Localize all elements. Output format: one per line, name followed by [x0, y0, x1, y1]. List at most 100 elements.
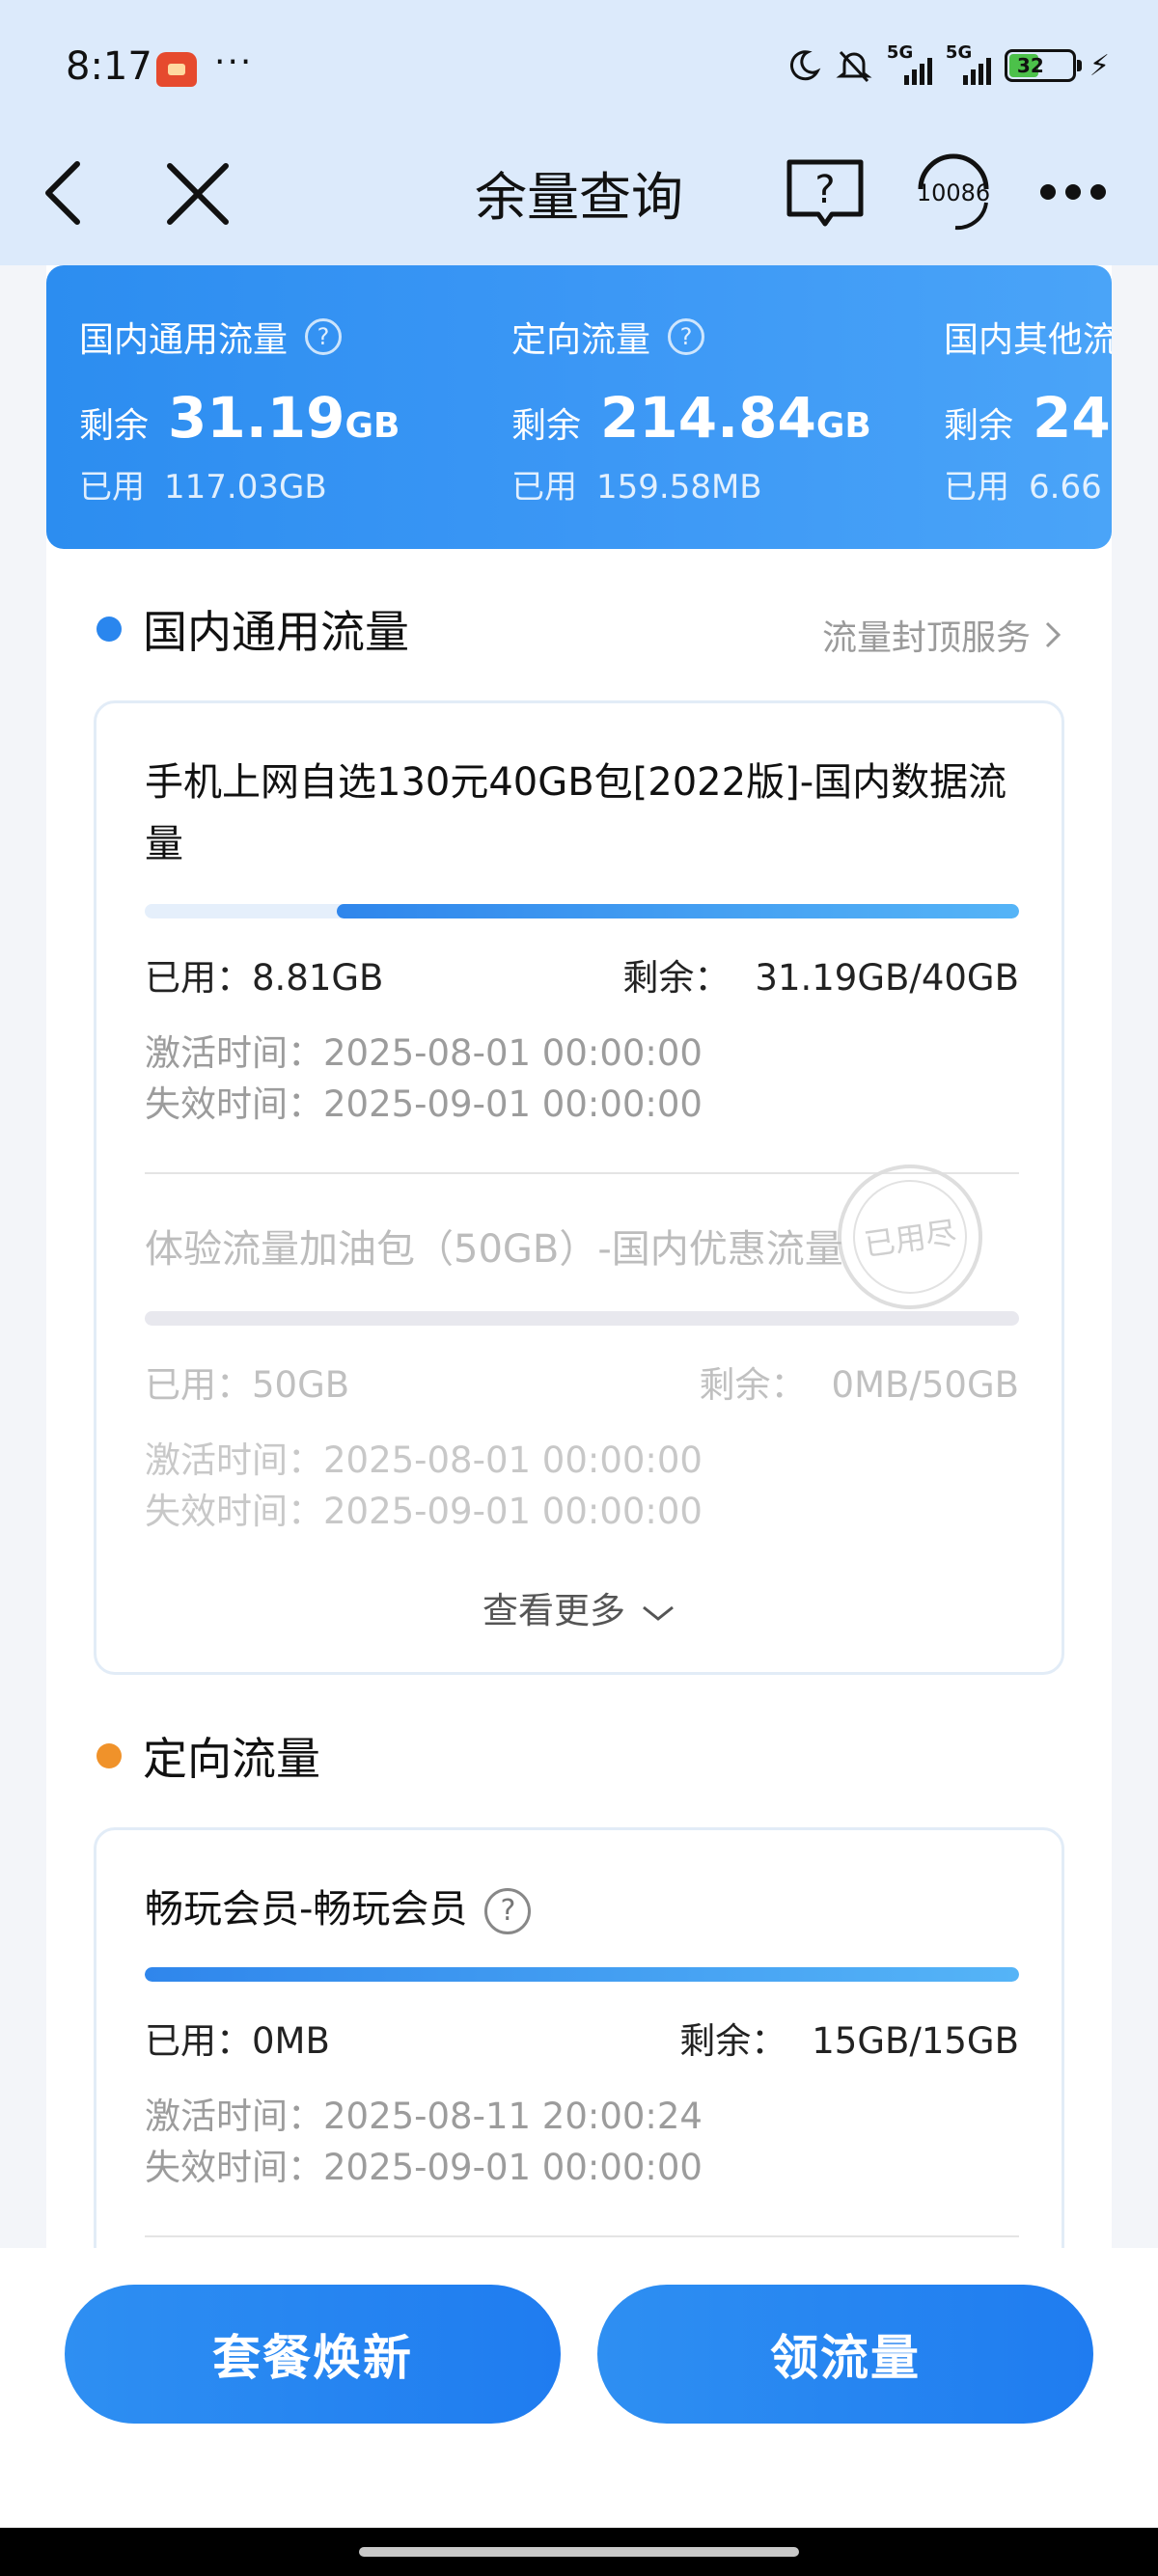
package-progress-bar [145, 1967, 1019, 1982]
remain-label: 剩余： [679, 2020, 787, 2062]
question-icon[interactable]: ? [305, 318, 343, 355]
summary-directed-remain-unit: GB [815, 406, 871, 446]
activate-value: 2025-08-01 00:00:00 [323, 1439, 703, 1481]
service-number: 10086 [917, 179, 990, 206]
summary-directed[interactable]: 定向流量? 剩余 214.84 GB 已用 159.58MB [511, 312, 871, 507]
section-directed-title: 定向流量 [143, 1733, 320, 1785]
bell-off-icon [836, 50, 872, 83]
package-name: 手机上网自选130元40GB包[2022版]-国内数据流量 [145, 760, 1007, 866]
activate-label: 激活时间： [145, 1032, 323, 1074]
section-dot [96, 1743, 122, 1768]
used-label: 已用： [145, 957, 252, 999]
summary-other[interactable]: 国内其他流 剩余 24 G 已用 6.66 [944, 312, 1112, 507]
summary-general-used-label: 已用 [79, 468, 145, 507]
remain-value: 0MB/50GB [831, 1364, 1019, 1406]
activate-label: 激活时间： [145, 1439, 323, 1481]
moon-icon [789, 50, 821, 81]
progress-fill [337, 904, 1019, 918]
used-value: 50GB [252, 1364, 350, 1406]
expire-label: 失效时间： [145, 1083, 323, 1125]
expire-value: 2025-09-01 00:00:00 [323, 1491, 703, 1532]
section-general-header: 国内通用流量 流量封顶服务 [96, 600, 1062, 658]
package-name-text: 畅玩会员-畅玩会员 [145, 1887, 468, 1932]
section-directed-header: 定向流量 [96, 1727, 1062, 1785]
charging-icon: ⚡ [1089, 48, 1110, 83]
status-icons: 5G 5G 32 ⚡ [786, 42, 1110, 85]
activate-value: 2025-08-01 00:00:00 [323, 1032, 703, 1074]
chevron-right-icon [1045, 621, 1062, 648]
general-package-card: 手机上网自选130元40GB包[2022版]-国内数据流量 已用：8.81GB … [94, 700, 1064, 1675]
package-stats: 已用：8.81GB 剩余： 31.19GB/40GB [145, 948, 1019, 999]
expire-value: 2025-09-01 00:00:00 [323, 2147, 703, 2188]
package-item: 手机上网自选130元40GB包[2022版]-国内数据流量 已用：8.81GB … [145, 752, 1019, 1125]
used-value: 8.81GB [252, 957, 384, 999]
expire-label: 失效时间： [145, 1491, 323, 1532]
used-label: 已用： [145, 2020, 252, 2062]
package-progress-bar [145, 904, 1019, 918]
summary-card[interactable]: 国内通用流量? 剩余 31.19 GB 已用 117.03GB 定向流量? 剩余 … [46, 265, 1112, 549]
summary-other-used-label: 已用 [944, 468, 1009, 507]
activate-time: 激活时间：2025-08-11 20:00:24 [145, 2087, 703, 2139]
more-options-icon[interactable] [1036, 178, 1110, 206]
summary-general-used-value: 117.03GB [164, 468, 327, 507]
activate-value: 2025-08-11 20:00:24 [323, 2096, 703, 2137]
package-name: 体验流量加油包（50GB）-国内优惠流量 [145, 1227, 843, 1272]
package-stats: 已用：0MB 剩余： 15GB/15GB [145, 2012, 1019, 2062]
expire-time: 失效时间：2025-09-01 00:00:00 [145, 2138, 703, 2190]
data-cap-service-label: 流量封顶服务 [821, 618, 1031, 658]
section-general-title: 国内通用流量 [143, 606, 409, 658]
home-indicator[interactable] [359, 2547, 799, 2557]
summary-general-remain-value: 31.19 [168, 385, 345, 451]
summary-directed-remain-label: 剩余 [511, 406, 582, 446]
summary-general-name: 国内通用流量 [79, 320, 289, 360]
customer-service-icon[interactable]: 10086 [907, 147, 1000, 239]
section-dot [96, 617, 122, 642]
activate-time: 激活时间：2025-08-01 00:00:00 [145, 1024, 703, 1076]
summary-directed-remain-value: 214.84 [600, 385, 816, 451]
divider [145, 2235, 1019, 2237]
header: 余量查询 ? 10086 [0, 135, 1158, 265]
expire-time: 失效时间：2025-09-01 00:00:00 [145, 1482, 703, 1534]
package-progress-bar [145, 1311, 1019, 1326]
remain-value: 15GB/15GB [812, 2020, 1019, 2062]
signal-5g-2-icon: 5G [946, 42, 991, 85]
summary-directed-name: 定向流量 [511, 320, 651, 360]
summary-other-used-value: 6.66 [1029, 468, 1102, 507]
directed-package-card: 畅玩会员-畅玩会员? 已用：0MB 剩余： 15GB/15GB 激活时间：2025… [94, 1827, 1064, 2290]
help-book-icon[interactable]: ? [784, 156, 867, 230]
summary-other-remain-label: 剩余 [944, 406, 1014, 446]
bottom-action-bar: 套餐焕新 领流量 [0, 2248, 1158, 2528]
question-icon[interactable]: ? [668, 318, 705, 355]
summary-general[interactable]: 国内通用流量? 剩余 31.19 GB 已用 117.03GB [79, 312, 400, 507]
summary-other-name: 国内其他流 [944, 320, 1112, 360]
more-notifications-icon: ··· [214, 42, 254, 82]
summary-other-remain-value: 24 [1033, 385, 1111, 451]
get-data-button[interactable]: 领流量 [597, 2285, 1093, 2424]
package-name: 畅玩会员-畅玩会员? [145, 1878, 1019, 1940]
expire-time: 失效时间：2025-09-01 00:00:00 [145, 1075, 703, 1127]
status-time: 8:17 [66, 44, 152, 89]
remain-label: 剩余： [699, 1364, 807, 1406]
signal-5g-1-icon: 5G [887, 42, 932, 85]
summary-directed-used-label: 已用 [511, 468, 577, 507]
package-stats: 已用：50GB 剩余： 0MB/50GB [145, 1356, 1019, 1406]
svg-text:?: ? [814, 168, 835, 212]
summary-general-remain-label: 剩余 [79, 406, 150, 446]
summary-general-remain-unit: GB [345, 406, 400, 446]
activate-time: 激活时间：2025-08-01 00:00:00 [145, 1431, 703, 1483]
battery-level: 32 [1016, 54, 1044, 77]
used-label: 已用： [145, 1364, 252, 1406]
data-cap-service-link[interactable]: 流量封顶服务 [822, 610, 1062, 660]
progress-fill [145, 1967, 1019, 1982]
activate-label: 激活时间： [145, 2096, 323, 2137]
view-more-button[interactable]: 查看更多 [96, 1581, 1062, 1633]
status-bar: 8:17 ··· 5G 5G 32 ⚡ [0, 0, 1158, 135]
remain-value: 31.19GB/40GB [755, 957, 1019, 999]
summary-directed-used-value: 159.58MB [596, 468, 762, 507]
battery-icon: 32 [1004, 49, 1082, 82]
used-value: 0MB [252, 2020, 330, 2062]
plan-renew-button[interactable]: 套餐焕新 [65, 2285, 561, 2424]
question-icon[interactable]: ? [484, 1888, 532, 1934]
package-item: 体验流量加油包（50GB）-国内优惠流量 已用：50GB 剩余： 0MB/50GB… [145, 1219, 1019, 1532]
summary-other-remain-unit: G [1111, 406, 1112, 446]
